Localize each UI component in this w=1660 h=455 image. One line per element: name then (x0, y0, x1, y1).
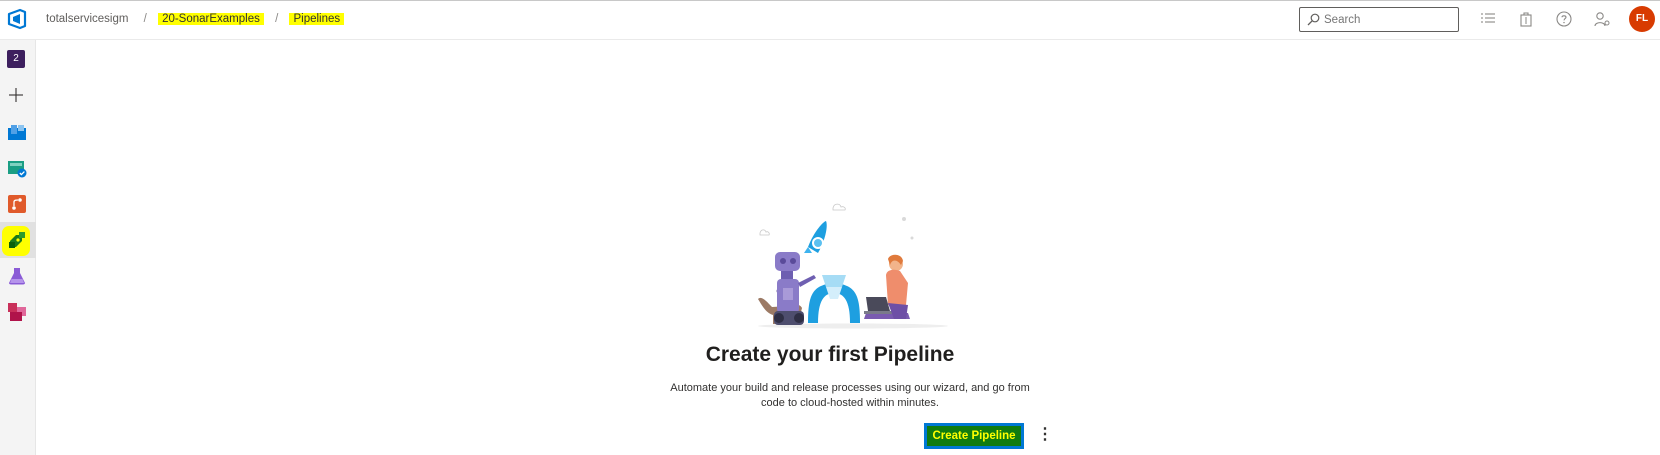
sidebar-item-boards[interactable] (0, 114, 36, 150)
sidebar: 2 (0, 40, 36, 455)
project-badge: 2 (7, 50, 25, 68)
create-pipeline-button[interactable]: Create Pipeline (924, 423, 1024, 449)
repos-icon (8, 195, 26, 213)
more-options-icon[interactable]: ⋮ (1037, 426, 1053, 446)
top-border (0, 0, 1660, 1)
test-flask-icon (9, 268, 25, 285)
top-bar: totalservicesigm / 20-SonarExamples / Pi… (0, 0, 1660, 40)
page-title: Create your first Pipeline (705, 343, 955, 366)
sidebar-item-pipelines[interactable] (0, 222, 36, 258)
search-box[interactable] (1299, 7, 1459, 32)
pipelines-icon (9, 232, 25, 248)
sidebar-item-test-plans[interactable] (0, 150, 36, 186)
user-settings-icon[interactable] (1593, 10, 1611, 28)
breadcrumb-separator: / (275, 13, 279, 25)
azure-devops-logo-icon[interactable] (6, 8, 28, 30)
sidebar-item-test[interactable] (0, 258, 36, 294)
breadcrumb-project[interactable]: 20-SonarExamples (158, 13, 264, 25)
marketplace-bag-icon[interactable] (1517, 10, 1535, 28)
sidebar-item-artifacts[interactable] (0, 294, 36, 330)
pipeline-illustration (758, 203, 948, 329)
search-icon (1307, 13, 1320, 26)
create-pipeline-label: Create Pipeline (927, 426, 1021, 446)
breadcrumb-separator: / (143, 13, 147, 25)
help-icon[interactable] (1555, 10, 1573, 28)
sidebar-item-repos[interactable] (0, 186, 36, 222)
search-input[interactable] (1324, 11, 1452, 28)
boards-icon (8, 125, 26, 140)
add-icon (9, 88, 23, 102)
test-plans-icon (8, 161, 27, 178)
sidebar-project-badge[interactable]: 2 (0, 42, 36, 78)
page-description: Automate your build and release processe… (670, 382, 1030, 409)
breadcrumb-organization[interactable]: totalservicesigm (42, 13, 132, 25)
work-items-icon[interactable] (1479, 10, 1497, 28)
breadcrumb-page[interactable]: Pipelines (289, 13, 345, 25)
breadcrumb: totalservicesigm / 20-SonarExamples / Pi… (42, 13, 345, 25)
sidebar-item-add[interactable] (0, 78, 36, 114)
avatar[interactable]: FL (1629, 6, 1655, 32)
artifacts-icon (8, 303, 26, 321)
